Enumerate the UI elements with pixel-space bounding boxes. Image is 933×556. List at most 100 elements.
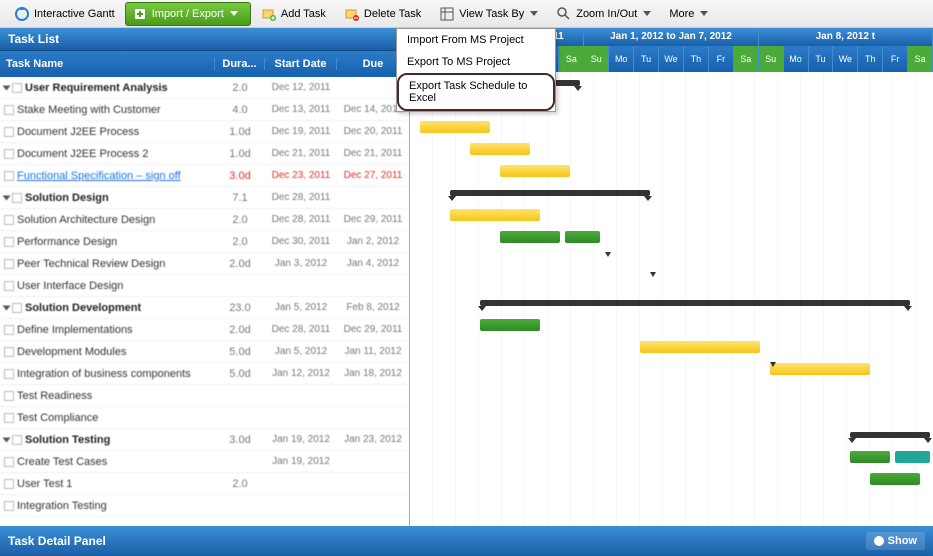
more-button[interactable]: More [661,5,716,23]
col-task-name[interactable]: Task Name [0,58,215,70]
interactive-gantt-label: Interactive Gantt [34,8,115,20]
task-icon [4,215,14,225]
task-name-label: Development Modules [17,346,126,358]
task-row[interactable]: User Requirement Analysis2.0Dec 12, 2011 [0,77,409,99]
task-start: Dec 28, 2011 [265,214,337,225]
task-due: Jan 2, 2012 [337,236,409,247]
col-duration[interactable]: Dura... [215,58,265,70]
gantt-bar[interactable] [450,190,650,196]
task-row[interactable]: User Test 12.0 [0,473,409,495]
gantt-bar[interactable] [500,165,570,177]
task-row[interactable]: Test Compliance [0,407,409,429]
expand-icon[interactable] [3,305,11,310]
zoom-icon [556,6,572,22]
task-start: Dec 28, 2011 [265,192,337,203]
day-header: Mo [784,46,809,72]
task-start: Jan 19, 2012 [265,456,337,467]
gantt-bar[interactable] [640,341,760,353]
caret-down-icon [530,11,538,16]
task-row[interactable]: Document J2EE Process 21.0dDec 21, 2011D… [0,143,409,165]
task-name-label: Stake Meeting with Customer [17,104,161,116]
task-icon [4,325,14,335]
expand-icon[interactable] [3,85,11,90]
delete-task-button[interactable]: Delete Task [336,3,429,25]
view-task-by-button[interactable]: View Task By [431,3,546,25]
task-icon [4,105,14,115]
task-row[interactable]: Test Readiness [0,385,409,407]
dependency-arrow-icon [770,362,776,367]
task-row[interactable]: Development Modules5.0dJan 5, 2012Jan 11… [0,341,409,363]
task-name-label: Integration Testing [17,500,107,512]
task-duration: 23.0 [215,302,265,314]
task-rows: User Requirement Analysis2.0Dec 12, 2011… [0,77,409,526]
task-row[interactable]: Solution Testing3.0dJan 19, 2012Jan 23, … [0,429,409,451]
task-duration: 7.1 [215,192,265,204]
task-row[interactable]: Functional Specification – sign off3.0dD… [0,165,409,187]
col-start-date[interactable]: Start Date [265,58,337,70]
task-icon [12,303,22,313]
task-start: Jan 5, 2012 [265,346,337,357]
task-row[interactable]: User Interface Design [0,275,409,297]
gantt-chart[interactable] [410,72,933,526]
task-start: Jan 19, 2012 [265,434,337,445]
task-icon [4,369,14,379]
interactive-gantt-button[interactable]: Interactive Gantt [6,3,123,25]
gantt-bar[interactable] [850,432,930,438]
delete-icon [344,6,360,22]
task-icon [4,501,14,511]
task-duration: 1.0d [215,126,265,138]
task-row[interactable]: Solution Architecture Design2.0Dec 28, 2… [0,209,409,231]
task-icon [12,435,22,445]
task-row[interactable]: Create Test CasesJan 19, 2012 [0,451,409,473]
day-header: Sa [559,46,584,72]
day-header: Mo [609,46,634,72]
task-row[interactable]: Stake Meeting with Customer4.0Dec 13, 20… [0,99,409,121]
day-header: Fr [883,46,908,72]
gantt-bar[interactable] [420,121,490,133]
task-list-columns: Task Name Dura... Start Date Due [0,51,409,77]
gantt-bar[interactable] [565,231,600,243]
expand-icon[interactable] [3,437,11,442]
gantt-bar[interactable] [870,473,920,485]
day-header: Tu [634,46,659,72]
zoom-button[interactable]: Zoom In/Out [548,3,659,25]
task-icon [12,193,22,203]
import-export-button[interactable]: Import / Export [125,2,251,26]
task-name-label: Functional Specification – sign off [17,170,181,182]
dropdown-item-export-ms[interactable]: Export To MS Project [397,51,555,73]
dependency-arrow-icon [650,272,656,277]
gantt-bar[interactable] [770,363,870,375]
task-row[interactable]: Solution Design7.1Dec 28, 2011 [0,187,409,209]
task-name-label: Define Implementations [17,324,133,336]
task-start: Dec 12, 2011 [265,82,337,93]
task-start: Dec 21, 2011 [265,148,337,159]
expand-icon[interactable] [3,195,11,200]
gantt-bar[interactable] [470,143,530,155]
dropdown-item-export-excel[interactable]: Export Task Schedule to Excel [397,73,555,111]
week-header: Jan 1, 2012 to Jan 7, 2012 [584,28,758,46]
task-name-label: Document J2EE Process [17,126,139,138]
task-row[interactable]: Define Implementations2.0dDec 28, 2011De… [0,319,409,341]
task-row[interactable]: Peer Technical Review Design2.0dJan 3, 2… [0,253,409,275]
task-row[interactable]: Document J2EE Process1.0dDec 19, 2011Dec… [0,121,409,143]
task-name-label: Document J2EE Process 2 [17,148,148,160]
add-task-button[interactable]: Add Task [253,3,334,25]
task-duration: 2.0 [215,82,265,94]
show-panel-button[interactable]: Show [866,532,925,550]
task-row[interactable]: Solution Development23.0Jan 5, 2012Feb 8… [0,297,409,319]
gantt-bar[interactable] [450,209,540,221]
view-task-by-label: View Task By [459,8,524,20]
gantt-bar[interactable] [895,451,930,463]
gantt-bar[interactable] [480,319,540,331]
dropdown-item-import-ms[interactable]: Import From MS Project [397,29,555,51]
day-header: Tu [809,46,834,72]
task-start: Jan 12, 2012 [265,368,337,379]
day-header: Su [584,46,609,72]
task-name-label: Solution Development [25,302,141,314]
gantt-bar[interactable] [480,300,910,306]
task-row[interactable]: Integration of business components5.0dJa… [0,363,409,385]
task-row[interactable]: Performance Design2.0Dec 30, 2011Jan 2, … [0,231,409,253]
task-row[interactable]: Integration Testing [0,495,409,517]
task-due: Dec 21, 2011 [337,148,409,159]
week-header: Jan 8, 2012 t [759,28,933,46]
